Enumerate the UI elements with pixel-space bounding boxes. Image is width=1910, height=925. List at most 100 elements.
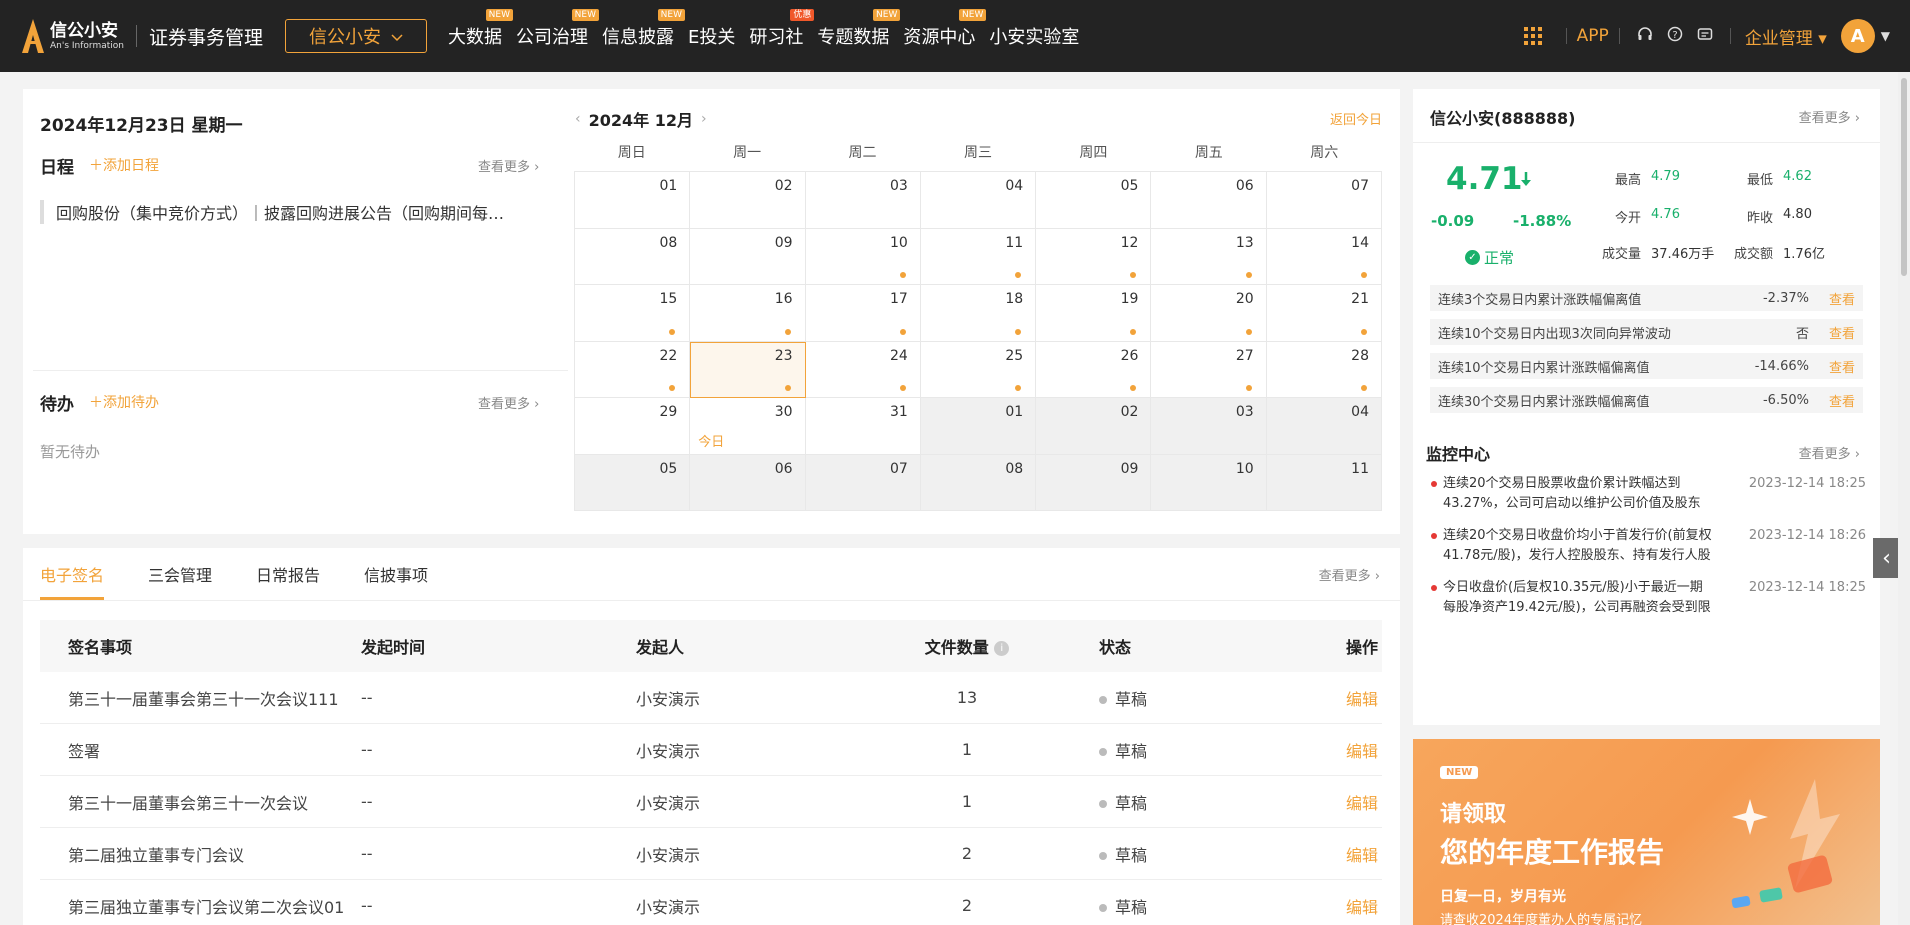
calendar-day[interactable]: 10 (1151, 454, 1267, 511)
system-title: 证券事务管理 (148, 26, 263, 49)
calendar-day[interactable]: 04 (1266, 398, 1382, 455)
calendar-day[interactable]: 22 (575, 341, 691, 398)
calendar-day[interactable]: 02 (690, 172, 806, 229)
enterprise-menu[interactable]: 企业管理 ▾ (1745, 24, 1827, 49)
calendar-day[interactable]: 06 (1151, 172, 1267, 229)
calendar-day[interactable]: 30 今日 (690, 398, 806, 455)
nav-item-lab[interactable]: 小安实验室 (982, 0, 1086, 72)
message-icon[interactable] (1697, 26, 1713, 46)
calendar-day[interactable]: 12 (1036, 228, 1152, 285)
arrow-down-icon (1520, 171, 1532, 191)
edit-button[interactable]: 编辑 (1346, 846, 1378, 865)
tab-disclosure-items[interactable]: 信披事项 (364, 548, 428, 600)
calendar-day[interactable]: 17 (805, 285, 921, 342)
calendar-day[interactable]: 05 (1036, 172, 1152, 229)
calendar-day[interactable]: 26 (1036, 341, 1152, 398)
calendar-day[interactable]: 01 (920, 398, 1037, 455)
back-to-today-button[interactable]: 返回今日 (1330, 109, 1382, 128)
edit-button[interactable]: 编辑 (1346, 794, 1378, 813)
calendar-day[interactable]: 23 (690, 341, 806, 398)
view-alert-link[interactable]: 查看 (1829, 357, 1855, 376)
calendar-day[interactable]: 11 (1266, 454, 1382, 511)
calendar-day[interactable]: 14 (1266, 228, 1382, 285)
calendar-day[interactable]: 08 (575, 228, 691, 285)
annual-report-banner[interactable]: NEW 请领取 您的年度工作报告 日复一日，岁月有光 请查收2024年度董办人的… (1413, 739, 1880, 925)
nav-item-governance[interactable]: 公司治理 NEW (509, 0, 599, 72)
calendar-day[interactable]: 02 (1036, 398, 1152, 455)
logo[interactable]: 信公小安 An's Information (22, 19, 124, 53)
calendar-day[interactable]: 03 (805, 172, 921, 229)
monitor-item[interactable]: 连续20个交易日收盘价均小于首发行价(前复权41.78元/股)，发行人控股股东、… (1431, 526, 1866, 568)
calendar-day[interactable]: 21 (1266, 285, 1382, 342)
nav-item-bigdata[interactable]: 大数据 NEW (441, 0, 513, 72)
agenda-event[interactable]: 回购股份（集中竞价方式）｜披露回购进展公告（回购期间每个月的前3个交易日内） (40, 200, 520, 224)
view-alert-link[interactable]: 查看 (1829, 391, 1855, 410)
edit-button[interactable]: 编辑 (1346, 898, 1378, 917)
calendar-day[interactable]: 13 (1151, 228, 1267, 285)
calendar-day[interactable]: 09 (690, 228, 806, 285)
calendar-day[interactable]: 03 (1151, 398, 1267, 455)
calendar-day[interactable]: 15 (575, 285, 691, 342)
sign-more-link[interactable]: 查看更多 › (1319, 565, 1380, 584)
add-todo-button[interactable]: ＋添加待办 (89, 392, 159, 412)
logo-main-text: 信公小安 (50, 20, 118, 41)
calendar-day[interactable]: 04 (920, 172, 1037, 229)
app-link[interactable]: APP (1577, 26, 1609, 46)
help-icon[interactable]: ? (1667, 26, 1683, 46)
nav-item-resource-center[interactable]: 资源中心 NEW (896, 0, 987, 72)
edit-button[interactable]: 编辑 (1346, 742, 1378, 761)
agenda-more-link[interactable]: 查看更多 › (478, 156, 539, 175)
scrollbar-thumb[interactable] (1901, 78, 1907, 276)
calendar-day[interactable]: 05 (575, 454, 691, 511)
calendar-day[interactable]: 01 (575, 172, 691, 229)
tab-daily-report[interactable]: 日常报告 (256, 548, 320, 600)
calendar-day[interactable]: 09 (1036, 454, 1152, 511)
calendar-day[interactable]: 07 (805, 454, 921, 511)
chevron-right-icon[interactable]: › (701, 111, 707, 127)
apps-grid-icon[interactable] (1523, 27, 1542, 45)
edit-button[interactable]: 编辑 (1346, 690, 1378, 709)
stock-more-link[interactable]: 查看更多 › (1799, 107, 1860, 126)
add-agenda-button[interactable]: ＋添加日程 (89, 155, 159, 175)
calendar-day[interactable]: 07 (1266, 172, 1382, 229)
calendar-day[interactable]: 10 (805, 228, 921, 285)
sign-initiator: 小安演示 (636, 689, 701, 709)
monitor-more-link[interactable]: 查看更多 › (1799, 443, 1860, 462)
calendar-day[interactable]: 29 (575, 398, 691, 455)
headset-icon[interactable] (1637, 26, 1653, 46)
calendar-day[interactable]: 24 (805, 341, 921, 398)
chevron-left-icon[interactable]: ‹ (575, 111, 581, 127)
avatar[interactable]: A (1840, 19, 1875, 53)
calendar-day[interactable]: 27 (1151, 341, 1267, 398)
monitor-item[interactable]: 今日收盘价(后复权10.35元/股)小于最近一期每股净资产19.42元/股)，公… (1431, 578, 1866, 620)
calendar-day[interactable]: 11 (920, 228, 1037, 285)
calendar-day[interactable]: 25 (920, 341, 1037, 398)
calendar-day[interactable]: 06 (690, 454, 806, 511)
monitor-item[interactable]: 连续20个交易日股票收盘价累计跌幅达到43.27%，公司可启动以维护公司价值及股… (1431, 474, 1866, 516)
calendar-day[interactable]: 28 (1266, 341, 1382, 398)
view-alert-link[interactable]: 查看 (1829, 323, 1855, 342)
caret-down-icon[interactable]: ▼ (1881, 29, 1890, 43)
nav-item-investor-relations[interactable]: E投关 (681, 0, 742, 72)
stat-label: 最高 (1615, 173, 1642, 188)
nav-item-topic-data[interactable]: 专题数据 NEW (810, 0, 901, 72)
tab-three-meetings[interactable]: 三会管理 (148, 548, 212, 600)
nav-item-study-club[interactable]: 研习社 优惠 (742, 0, 815, 72)
todo-more-link[interactable]: 查看更多 › (478, 393, 539, 412)
calendar-day[interactable]: 20 (1151, 285, 1267, 342)
chevron-left-icon[interactable]: ‹ (1873, 538, 1900, 578)
tab-e-signature[interactable]: 电子签名 (40, 548, 105, 600)
calendar-day[interactable]: 16 (690, 285, 806, 342)
calendar-day[interactable]: 08 (920, 454, 1037, 511)
view-alert-link[interactable]: 查看 (1829, 289, 1855, 308)
calendar-day[interactable]: 18 (920, 285, 1037, 342)
divider (1413, 142, 1880, 143)
product-select[interactable]: 信公小安 (285, 19, 427, 53)
calendar-day[interactable]: 31 (805, 398, 921, 455)
alert-text: 连续10个交易日内出现3次同向异常波动 (1438, 326, 1671, 342)
alert-value: 否 (1795, 326, 1809, 342)
nav-item-disclosure[interactable]: 信息披露 NEW (595, 0, 685, 72)
info-icon[interactable]: i (994, 641, 1010, 656)
calendar-day[interactable]: 19 (1036, 285, 1152, 342)
scrollbar[interactable] (1898, 72, 1910, 925)
